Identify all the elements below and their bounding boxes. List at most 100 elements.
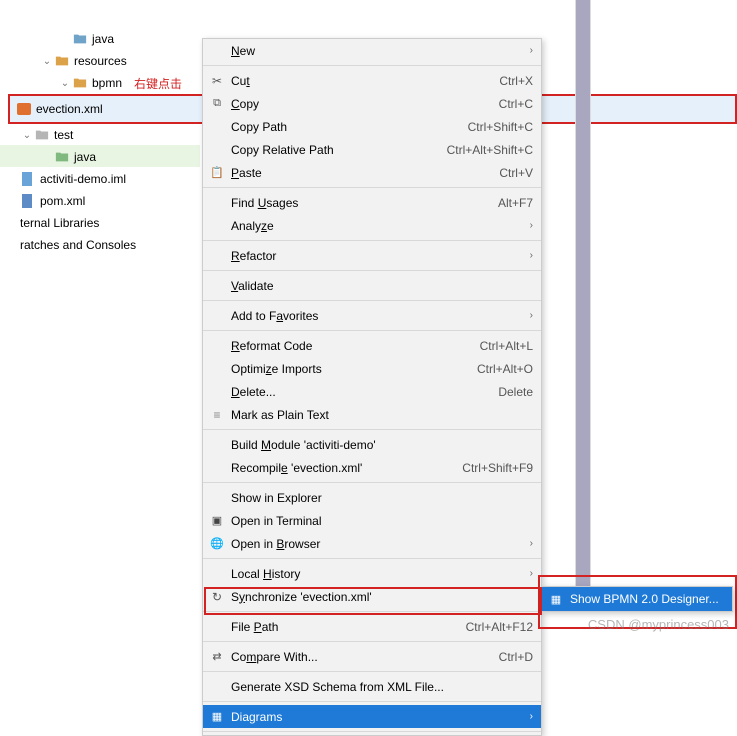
menu-delete[interactable]: Delete... Delete — [203, 380, 541, 403]
menu-open-in-terminal[interactable]: Open in Terminal — [203, 509, 541, 532]
shortcut: Ctrl+Alt+O — [477, 362, 533, 376]
menu-optimize-imports[interactable]: Optimize Imports Ctrl+Alt+O — [203, 357, 541, 380]
separator — [203, 240, 541, 241]
menu-analyze[interactable]: Analyze › — [203, 214, 541, 237]
mi-text: Copy Relative Path — [227, 143, 447, 157]
shortcut: Ctrl+V — [499, 166, 533, 180]
copy-icon — [207, 97, 227, 110]
tree-label: java — [92, 32, 114, 46]
menu-open-in-browser[interactable]: Open in Browser › — [203, 532, 541, 555]
text-icon — [207, 408, 227, 422]
menu-local-history[interactable]: Local History › — [203, 562, 541, 585]
menu-build-module[interactable]: Build Module 'activiti-demo' — [203, 433, 541, 456]
separator — [203, 611, 541, 612]
chevron-right-icon: › — [521, 538, 533, 549]
chevron-right-icon: › — [521, 45, 533, 56]
diagram-icon — [546, 593, 566, 606]
mi-text: Cut — [231, 74, 250, 88]
browser-icon — [207, 537, 227, 550]
shortcut: Ctrl+Shift+F9 — [462, 461, 533, 475]
iml-file-icon — [20, 171, 36, 187]
mi-text: Generate XSD Schema from XML File... — [227, 680, 533, 694]
chevron-right-icon: › — [521, 250, 533, 261]
separator — [203, 429, 541, 430]
chevron-down-icon[interactable]: ⌄ — [40, 56, 54, 67]
menu-generate-xsd[interactable]: Generate XSD Schema from XML File... — [203, 675, 541, 698]
separator — [203, 65, 541, 66]
menu-file-path[interactable]: File Path Ctrl+Alt+F12 — [203, 615, 541, 638]
mi-text: ew — [240, 44, 255, 58]
mi-text: Copy Path — [227, 120, 468, 134]
mi-text: Diagrams — [227, 710, 521, 724]
separator — [203, 671, 541, 672]
submenu-show-bpmn-designer[interactable]: Show BPMN 2.0 Designer... — [542, 587, 732, 611]
terminal-icon — [207, 514, 227, 527]
menu-show-in-explorer[interactable]: Show in Explorer — [203, 486, 541, 509]
watermark: CSDN @myprincess003 — [588, 617, 729, 632]
test-folder-icon — [54, 149, 70, 165]
folder-icon — [72, 31, 88, 47]
tree-label: resources — [74, 54, 127, 68]
separator — [203, 731, 541, 732]
sync-icon — [207, 590, 227, 604]
folder-icon — [72, 75, 88, 91]
separator — [203, 330, 541, 331]
diagrams-submenu: Show BPMN 2.0 Designer... — [541, 586, 733, 612]
menu-add-to-favorites[interactable]: Add to Favorites › — [203, 304, 541, 327]
chevron-down-icon[interactable]: ⌄ — [20, 130, 34, 141]
shortcut: Ctrl+Alt+L — [480, 339, 533, 353]
shortcut: Ctrl+Alt+Shift+C — [447, 143, 533, 157]
chevron-right-icon: › — [521, 310, 533, 321]
menu-synchronize[interactable]: Synchronize 'evection.xml' — [203, 585, 541, 608]
shortcut: Delete — [498, 385, 533, 399]
menu-mark-plain-text[interactable]: Mark as Plain Text — [203, 403, 541, 426]
mi-text: Show in Explorer — [227, 491, 533, 505]
xml-file-icon — [16, 101, 32, 117]
menu-paste[interactable]: Paste Ctrl+V — [203, 161, 541, 184]
compare-icon — [207, 650, 227, 663]
mi-text: Open in Terminal — [227, 514, 533, 528]
annotation-text: 右键点击 — [134, 75, 182, 92]
chevron-right-icon: › — [521, 711, 533, 722]
menu-reformat-code[interactable]: Reformat Code Ctrl+Alt+L — [203, 334, 541, 357]
menu-refactor[interactable]: Refactor › — [203, 244, 541, 267]
menu-validate[interactable]: Validate — [203, 274, 541, 297]
right-divider — [575, 0, 591, 610]
menu-copy-path[interactable]: Copy Path Ctrl+Shift+C — [203, 115, 541, 138]
resources-folder-icon — [54, 53, 70, 69]
menu-copy[interactable]: Copy Ctrl+C — [203, 92, 541, 115]
tree-label: pom.xml — [40, 194, 85, 208]
shortcut: Ctrl+Shift+C — [468, 120, 533, 134]
tree-label: activiti-demo.iml — [40, 172, 126, 186]
diagram-icon — [207, 710, 227, 723]
separator — [203, 270, 541, 271]
separator — [203, 641, 541, 642]
shortcut: Ctrl+C — [499, 97, 533, 111]
menu-find-usages[interactable]: Find Usages Alt+F7 — [203, 191, 541, 214]
separator — [203, 558, 541, 559]
menu-recompile[interactable]: Recompile 'evection.xml' Ctrl+Shift+F9 — [203, 456, 541, 479]
folder-icon — [34, 127, 50, 143]
separator — [203, 300, 541, 301]
menu-copy-relative-path[interactable]: Copy Relative Path Ctrl+Alt+Shift+C — [203, 138, 541, 161]
menu-cut[interactable]: Cut Ctrl+X — [203, 69, 541, 92]
shortcut: Ctrl+X — [499, 74, 533, 88]
maven-file-icon — [20, 193, 36, 209]
tree-label: test — [54, 128, 73, 142]
scissors-icon — [207, 74, 227, 88]
chevron-right-icon: › — [521, 568, 533, 579]
tree-label: bpmn — [92, 76, 122, 90]
separator — [203, 482, 541, 483]
tree-label: java — [74, 150, 96, 164]
menu-new[interactable]: New › — [203, 39, 541, 62]
shortcut: Alt+F7 — [498, 196, 533, 210]
separator — [203, 701, 541, 702]
paste-icon — [207, 166, 227, 179]
menu-diagrams[interactable]: Diagrams › — [203, 705, 541, 728]
menu-compare-with[interactable]: Compare With... Ctrl+D — [203, 645, 541, 668]
tree-label: ternal Libraries — [20, 216, 99, 230]
tree-label: evection.xml — [36, 102, 103, 116]
shortcut: Ctrl+Alt+F12 — [466, 620, 533, 634]
mi-text: Mark as Plain Text — [227, 408, 533, 422]
chevron-down-icon[interactable]: ⌄ — [58, 78, 72, 89]
